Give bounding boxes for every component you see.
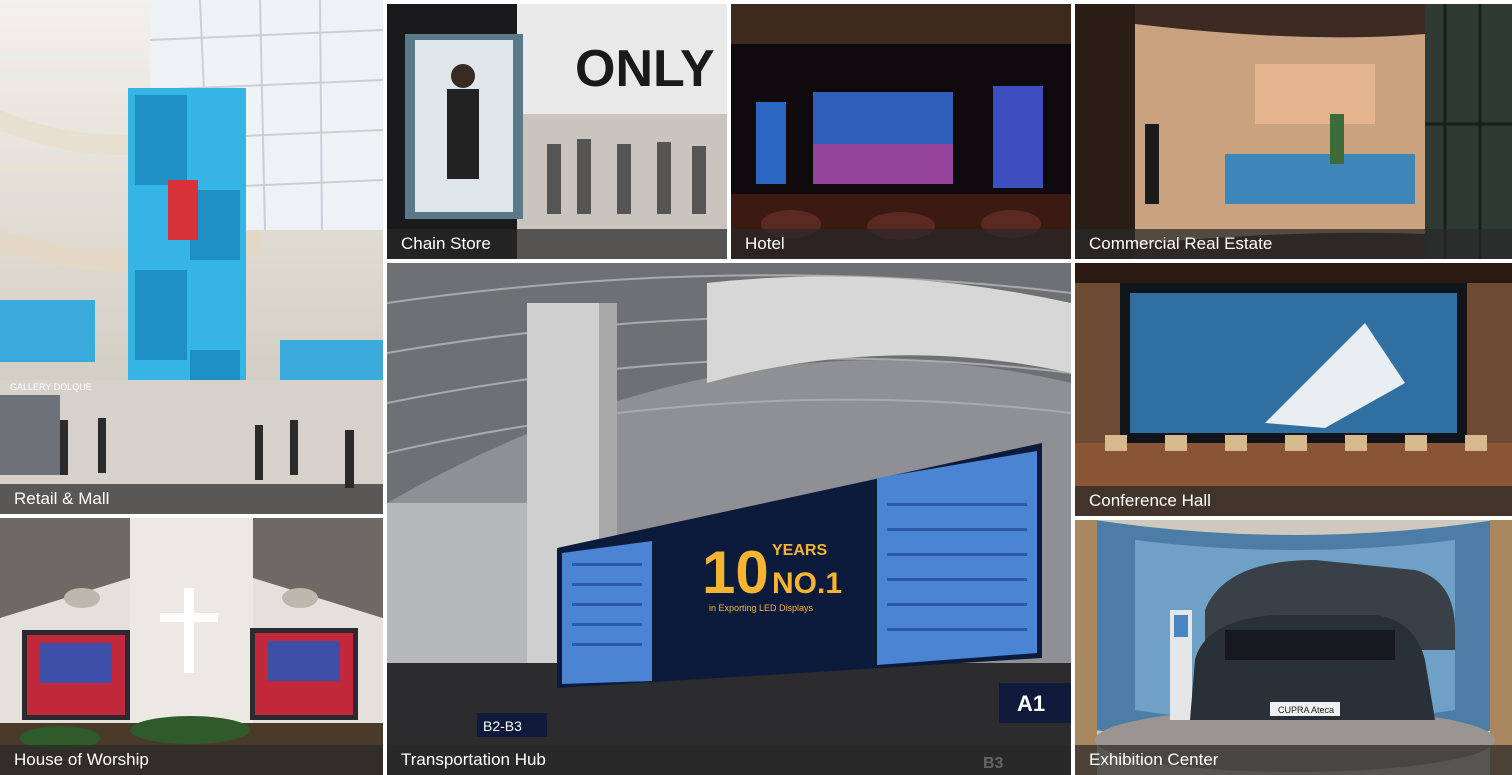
tile-retail-mall[interactable]: GALLERY DOLQUE Retail & Mall (0, 0, 383, 514)
house-of-worship-photo (0, 518, 383, 775)
retail-store-sign: GALLERY DOLQUE (10, 382, 92, 392)
transport-years-word: YEARS (772, 542, 827, 559)
application-gallery: GALLERY DOLQUE Retail & Mall ONLY Chain … (0, 0, 1512, 775)
tile-chain-store[interactable]: ONLY Chain Store (387, 4, 727, 259)
tile-commercial-real-estate[interactable]: Commercial Real Estate (1075, 4, 1512, 259)
transport-years-number: 10 (702, 539, 769, 606)
tile-transportation-hub[interactable]: 10 YEARS NO.1 in Exporting LED Displays … (387, 263, 1071, 775)
tile-label: Retail & Mall (0, 484, 383, 514)
retail-mall-photo: GALLERY DOLQUE (0, 0, 383, 514)
exhibition-center-photo: CUPRA Ateca (1075, 520, 1512, 775)
conference-hall-photo (1075, 263, 1512, 516)
tile-conference-hall[interactable]: Conference Hall (1075, 263, 1512, 516)
gate-a1-sign: A1 (1017, 691, 1045, 716)
tile-label: Commercial Real Estate (1075, 229, 1512, 259)
tile-label: Chain Store (387, 229, 727, 259)
tile-exhibition-center[interactable]: CUPRA Ateca Exhibition Center (1075, 520, 1512, 775)
store-sign: ONLY (575, 40, 715, 98)
tile-label: Transportation Hub (387, 745, 1071, 775)
tile-label: Conference Hall (1075, 486, 1512, 516)
transport-subtitle: in Exporting LED Displays (709, 603, 814, 613)
exhib-plate: CUPRA Ateca (1278, 705, 1334, 715)
tile-label: Hotel (731, 229, 1071, 259)
tile-label: Exhibition Center (1075, 745, 1512, 775)
tile-hotel[interactable]: Hotel (731, 4, 1071, 259)
tile-label: House of Worship (0, 745, 383, 775)
transportation-hub-photo: 10 YEARS NO.1 in Exporting LED Displays … (387, 263, 1071, 775)
hotel-photo (731, 4, 1071, 259)
tile-house-of-worship[interactable]: House of Worship (0, 518, 383, 775)
gate-b2b3-sign: B2-B3 (483, 718, 522, 734)
chain-store-photo: ONLY (387, 4, 727, 259)
commercial-real-estate-photo (1075, 4, 1512, 259)
transport-no1: NO.1 (772, 567, 842, 600)
